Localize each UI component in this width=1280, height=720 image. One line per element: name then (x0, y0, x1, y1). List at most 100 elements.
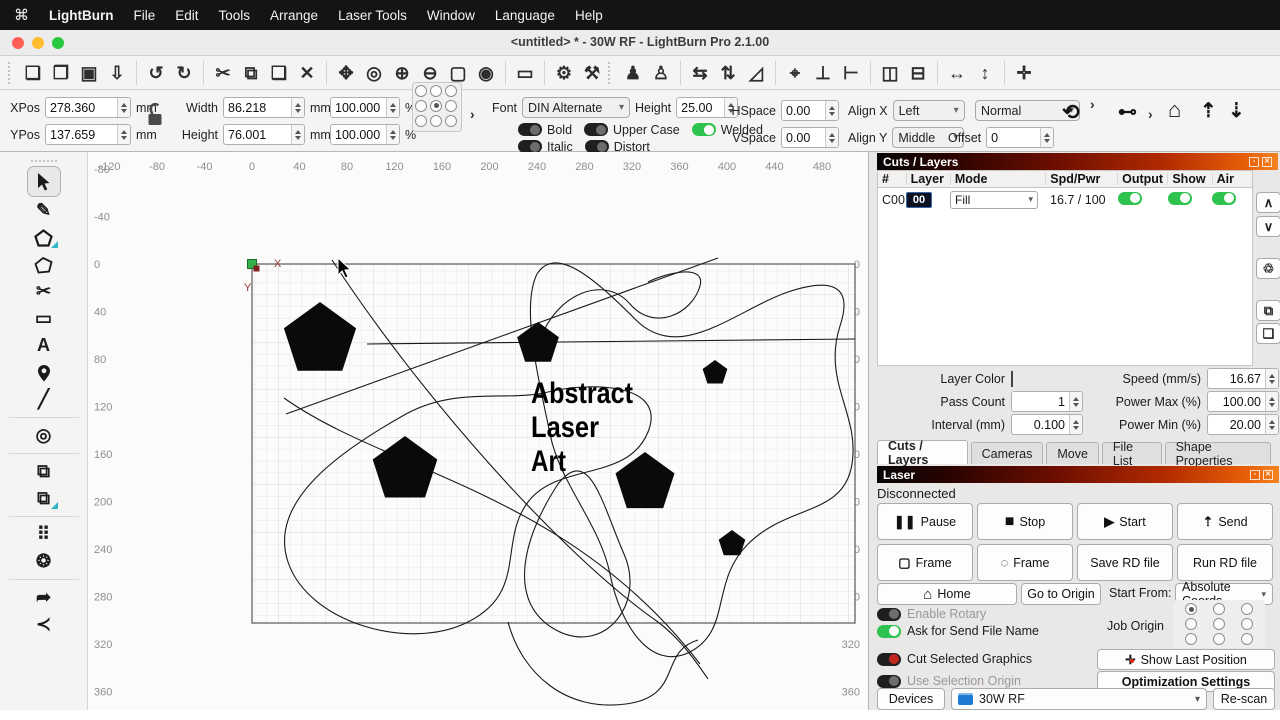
redo-icon[interactable]: ↻ (170, 58, 198, 88)
float-panel-icon[interactable]: ▫ (1249, 157, 1259, 167)
anchor-bottom-left[interactable] (415, 115, 427, 127)
go-to-origin-button[interactable]: Go to Origin (1021, 583, 1101, 605)
menu-window[interactable]: Window (417, 8, 485, 23)
pass-count-input[interactable]: 1 (1011, 391, 1083, 412)
boolean-ops-tool[interactable]: ⧉ (27, 485, 61, 512)
draw-lines-tool[interactable]: ✎ (27, 197, 61, 224)
toolbar-overflow-chevron[interactable]: › (470, 106, 475, 122)
user-icon[interactable]: ♙ (647, 58, 675, 88)
snip-tool[interactable]: ✂ (27, 278, 61, 305)
home-button[interactable]: ⌂Home (877, 583, 1017, 605)
users-group-icon[interactable]: ♟ (619, 58, 647, 88)
shape-arrange-tool[interactable]: ➦ (27, 584, 61, 611)
hspace-spinner[interactable] (825, 101, 838, 120)
save-file-icon[interactable]: ▣ (75, 58, 103, 88)
offset-shapes-tool[interactable]: ⧉ (27, 458, 61, 485)
scale-y-input[interactable]: 100.000 (330, 124, 400, 145)
width-spinner[interactable] (291, 98, 304, 117)
move-to-position-icon[interactable]: ✛ (1010, 58, 1038, 88)
copy-icon[interactable]: ⧉ (237, 58, 265, 88)
layer-up-button[interactable]: ∧ (1256, 192, 1280, 213)
node-connect-icon[interactable]: ⊷ (1118, 102, 1137, 124)
power-min-input[interactable]: 20.00 (1207, 414, 1279, 435)
interval-input[interactable]: 0.100 (1011, 414, 1083, 435)
delete-icon[interactable]: ✕ (293, 58, 321, 88)
width-input[interactable]: 86.218 (223, 97, 305, 118)
tab-shape-properties[interactable]: Shape Properties (1165, 442, 1271, 464)
toolbar-overflow-chevron[interactable]: › (1148, 106, 1153, 122)
rescan-button[interactable]: Re-scan (1213, 688, 1275, 710)
frame-square-button[interactable]: ▢Frame (877, 544, 973, 581)
layer-color-chip[interactable]: 00 (906, 192, 932, 208)
align-bottom-icon[interactable]: ⊥ (809, 58, 837, 88)
anchor-top-center[interactable] (430, 85, 442, 97)
job-origin-selector[interactable] (1173, 600, 1265, 648)
anchor-top-right[interactable] (445, 85, 457, 97)
menu-help[interactable]: Help (565, 8, 613, 23)
toolbar-drag-handle[interactable] (608, 62, 614, 84)
vspace-input[interactable]: 0.00 (781, 127, 839, 148)
job-origin-middle-right[interactable] (1241, 618, 1253, 630)
flip-horizontal-icon[interactable]: ⇆ (686, 58, 714, 88)
job-origin-top-left[interactable] (1185, 603, 1197, 615)
move-up-icon[interactable]: ⇡ (1200, 100, 1217, 122)
center-target-icon[interactable]: ⌖ (781, 58, 809, 88)
node-v-tool[interactable]: ≺ (27, 611, 61, 638)
vspace-spinner[interactable] (825, 128, 838, 147)
air-toggle[interactable] (1212, 192, 1236, 205)
job-origin-middle-left[interactable] (1185, 618, 1197, 630)
stop-button[interactable]: ■Stop (977, 503, 1073, 540)
camera-capture-icon[interactable]: ◉ (472, 58, 500, 88)
flip-vertical-icon[interactable]: ⇅ (714, 58, 742, 88)
menu-file[interactable]: File (123, 8, 165, 23)
layer-delete-button[interactable]: ♲ (1256, 258, 1280, 279)
new-file-icon[interactable]: ❏ (19, 58, 47, 88)
cuts-layers-title-bar[interactable]: Cuts / Layers ▫ ✕ (877, 153, 1278, 170)
tab-cameras[interactable]: Cameras (971, 442, 1044, 464)
zoom-to-page-icon[interactable]: ◎ (360, 58, 388, 88)
offset-input[interactable]: 0 (986, 127, 1054, 148)
preview-monitor-icon[interactable]: ▭ (511, 58, 539, 88)
circular-array-tool[interactable]: ❂ (27, 548, 61, 575)
pause-button[interactable]: ❚❚Pause (877, 503, 973, 540)
ring-tool[interactable]: ◎ (27, 422, 61, 449)
hspace-input[interactable]: 0.00 (781, 100, 839, 121)
anchor-bottom-center[interactable] (430, 115, 442, 127)
ypos-input[interactable]: 137.659 (45, 124, 131, 145)
layer-color-swatch[interactable] (1011, 371, 1013, 387)
menu-laser-tools[interactable]: Laser Tools (328, 8, 417, 23)
cut-icon[interactable]: ✂ (209, 58, 237, 88)
same-height-icon[interactable]: ↕ (971, 58, 999, 88)
anchor-center[interactable] (430, 100, 442, 112)
ypos-spinner[interactable] (117, 125, 130, 144)
scale-y-spinner[interactable] (386, 125, 399, 144)
menu-tools[interactable]: Tools (209, 8, 261, 23)
upper-case-toggle[interactable]: Upper Case (584, 123, 680, 137)
power-max-input[interactable]: 100.00 (1207, 391, 1279, 412)
home-position-icon[interactable]: ⌂ (1168, 99, 1181, 121)
close-panel-icon[interactable]: ✕ (1262, 157, 1272, 167)
cut-selected-graphics-toggle[interactable]: Cut Selected Graphics (877, 652, 1032, 666)
output-toggle[interactable] (1118, 192, 1142, 205)
job-origin-top-center[interactable] (1213, 603, 1225, 615)
scale-x-spinner[interactable] (386, 98, 399, 117)
menu-arrange[interactable]: Arrange (260, 8, 328, 23)
anchor-point-selector[interactable] (412, 82, 462, 132)
layer-row[interactable]: C00 00 Fill▾ 16.7 / 100 (878, 189, 1252, 210)
anchor-middle-left[interactable] (415, 100, 427, 112)
settings-gear-icon[interactable]: ⚙ (550, 58, 578, 88)
align-left-icon[interactable]: ⊢ (837, 58, 865, 88)
select-tool[interactable] (27, 166, 61, 197)
shape-tool[interactable] (27, 224, 61, 251)
show-last-position-button[interactable]: ✛ Show Last Position (1097, 649, 1275, 670)
job-origin-top-right[interactable] (1241, 603, 1253, 615)
xpos-spinner[interactable] (117, 98, 130, 117)
laser-title-bar[interactable]: Laser ▫ ✕ (877, 466, 1279, 483)
layer-mode-select[interactable]: Fill▾ (950, 191, 1038, 209)
layer-down-button[interactable]: ∨ (1256, 216, 1280, 237)
job-origin-bottom-right[interactable] (1241, 633, 1253, 645)
speed-spinner[interactable] (1265, 369, 1278, 388)
job-origin-center[interactable] (1213, 618, 1225, 630)
toolbar-drag-handle[interactable] (8, 62, 14, 84)
design-canvas[interactable]: -120 -80 -40 0 40 80 120 160 200 240 280… (88, 152, 868, 710)
